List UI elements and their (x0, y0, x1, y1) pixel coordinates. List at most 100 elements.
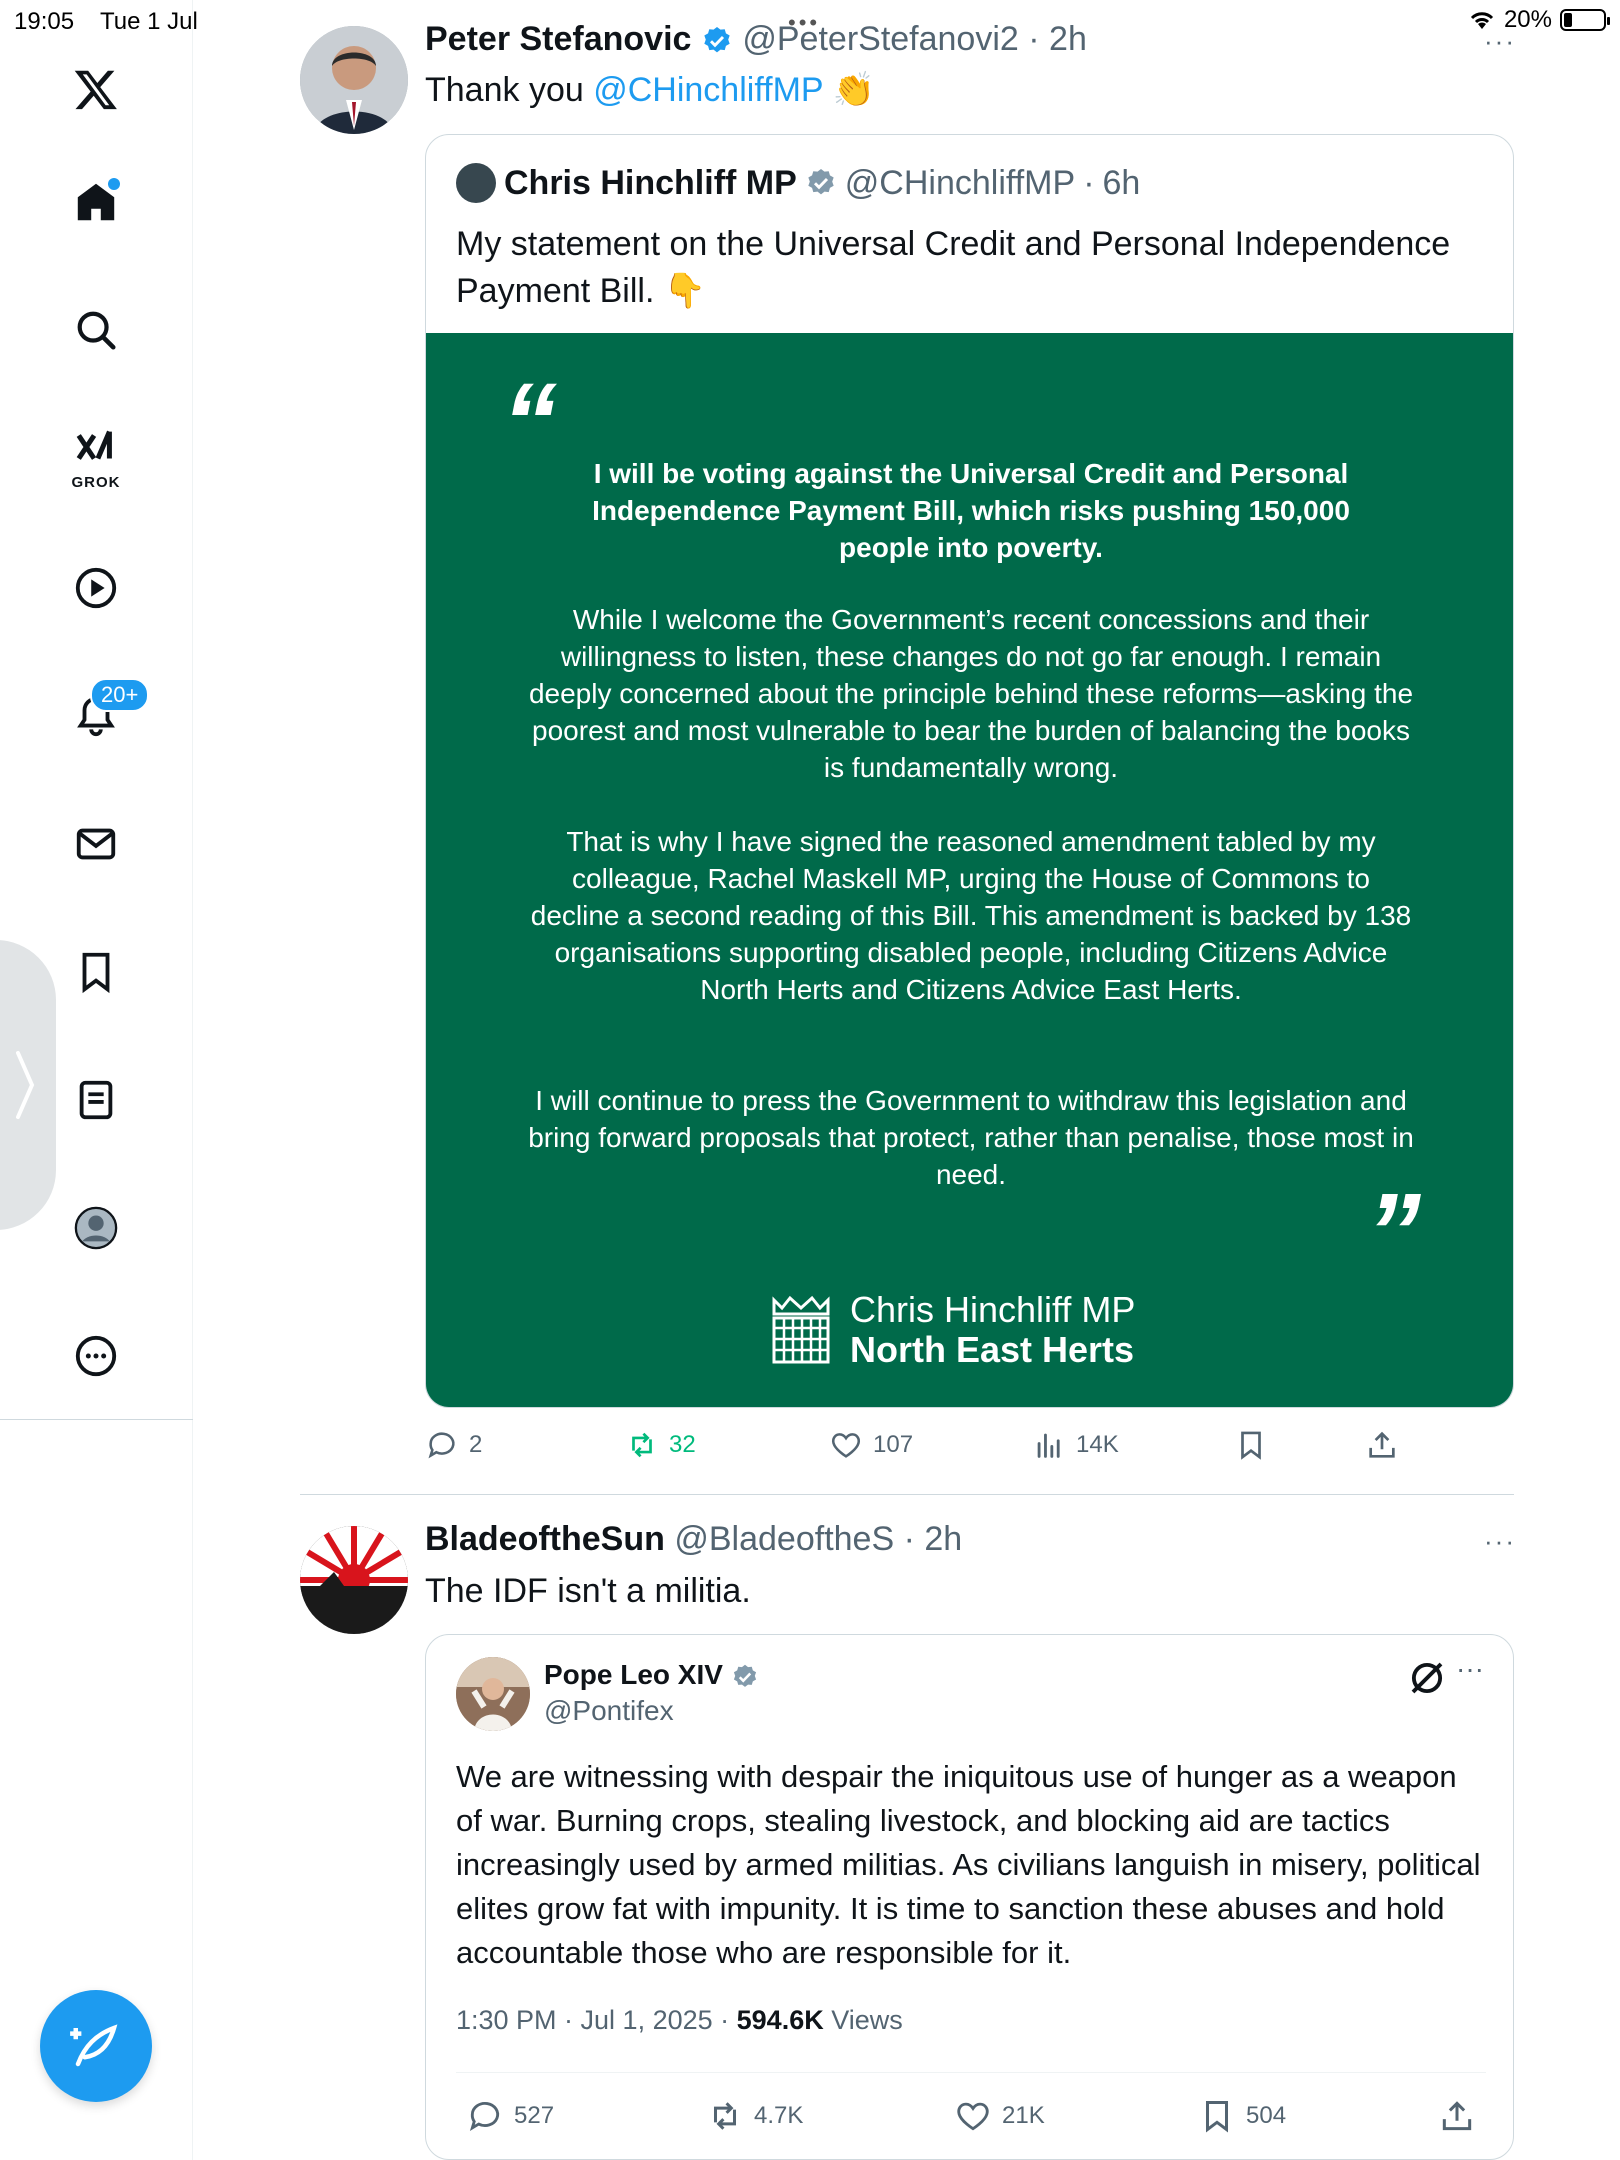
repost-count: 32 (669, 1431, 696, 1458)
separator-dot: · (1083, 163, 1095, 202)
verified-badge-icon (704, 27, 730, 53)
portcullis-icon (772, 1295, 830, 1364)
profile-avatar-icon[interactable] (62, 1194, 130, 1262)
signature-block: Chris Hinchliff MP North East Herts (766, 1285, 1186, 1375)
bookmark-icon (1241, 1431, 1261, 1460)
tweet-divider (300, 1494, 1514, 1495)
quoted-tweet-timestamp: 1:30 PM · Jul 1, 2025 · (456, 2005, 737, 2035)
heart-icon (831, 1433, 861, 1458)
notifications-badge: 20+ (90, 678, 150, 712)
analytics-bars-icon (1037, 1433, 1060, 1458)
share-button[interactable] (1365, 1428, 1399, 1462)
signature-seat: North East Herts (850, 1329, 1135, 1370)
quoted-views-label: Views (823, 2005, 903, 2035)
view-count: 14K (1076, 1431, 1119, 1458)
repost-icon (632, 1432, 652, 1458)
reply-button[interactable]: 527 (466, 2097, 554, 2135)
like-button[interactable]: 21K (954, 2097, 1045, 2135)
views-button[interactable]: 14K (1032, 1428, 1119, 1462)
repost-count: 4.7K (754, 2102, 804, 2129)
author-handle[interactable]: @BladeoftheS (674, 1520, 894, 1558)
quoted-tweet[interactable]: Chris Hinchliff MP @CHinchliffMP · 6h My s… (425, 134, 1514, 1408)
statement-paragraph: While I welcome the Government’s recent … (528, 604, 1414, 783)
battery-icon (1560, 9, 1610, 31)
video-play-icon[interactable] (62, 554, 130, 622)
home-icon[interactable] (62, 168, 130, 236)
tweet-text-prefix: Thank you (425, 71, 594, 109)
share-icon (1369, 1431, 1395, 1458)
like-button[interactable]: 107 (829, 1428, 913, 1462)
avatar[interactable] (300, 1526, 408, 1634)
avatar (456, 163, 496, 203)
more-options-icon[interactable]: ··· (1456, 1653, 1484, 1685)
compose-feather-icon (70, 2024, 118, 2067)
bookmarks-icon[interactable] (62, 938, 130, 1006)
avatar (456, 1657, 530, 1731)
tweet-header: Peter Stefanovic @PeterStefanovi2 · 2h (425, 20, 1087, 59)
lists-icon[interactable] (62, 1066, 130, 1134)
grok-slash-icon[interactable] (1406, 1657, 1448, 1699)
quoted-tweet-text: My statement on the Universal Credit and… (456, 225, 1451, 310)
search-icon[interactable] (62, 296, 130, 364)
author-name[interactable]: BladeoftheSun (425, 1520, 665, 1558)
share-icon (1442, 2101, 1472, 2131)
signature-name: Chris Hinchliff MP (850, 1289, 1136, 1330)
heart-icon (957, 2102, 989, 2131)
tweet-time[interactable]: 2h (924, 1520, 962, 1558)
verified-badge-icon (733, 1664, 756, 1687)
like-count: 21K (1002, 2102, 1045, 2129)
author-handle[interactable]: @PeterStefanovi2 (742, 20, 1018, 58)
bookmark-icon (1205, 2101, 1229, 2133)
mention-link[interactable]: @CHinchliffMP (593, 71, 823, 109)
avatar[interactable] (300, 26, 408, 134)
quoted-tweet-text: We are witnessing with despair the iniqu… (456, 1759, 1481, 1970)
tweet-header: BladeoftheSun @BladeoftheS · 2h (425, 1520, 962, 1559)
tweet-time[interactable]: 2h (1049, 20, 1087, 58)
sidebar-divider (0, 1419, 193, 1420)
separator-dot: · (1018, 20, 1050, 58)
statement-lead: I will be voting against the Universal C… (592, 458, 1350, 563)
quoted-tweet-meta: 1:30 PM · Jul 1, 2025 · 594.6K Views (456, 2005, 903, 2036)
quoted-tweet-header: Chris Hinchliff MP @CHinchliffMP · 6h (456, 163, 1140, 203)
statement-paragraph: That is why I have signed the reasoned a… (530, 826, 1412, 1005)
tweet-text: The IDF isn't a militia. (425, 1572, 751, 1610)
bookmark-button[interactable]: 504 (1198, 2097, 1286, 2135)
verified-badge-icon (808, 169, 834, 195)
quoted-author-name: Pope Leo XIV (544, 1659, 723, 1690)
messages-envelope-icon[interactable] (62, 810, 130, 878)
bookmark-button[interactable] (1234, 1428, 1268, 1462)
bookmark-count: 504 (1246, 2102, 1287, 2129)
quoted-author-header: Pope Leo XIV (544, 1659, 759, 1691)
quoted-tweet-divider (456, 2072, 1486, 2073)
home-unread-dot (108, 178, 120, 190)
grok-icon[interactable]: GROK (62, 422, 130, 491)
clap-emoji: 👏 (832, 71, 875, 109)
more-options-icon[interactable]: ··· (1484, 26, 1516, 57)
reply-icon (469, 2101, 500, 2131)
tweet-text: Thank you @CHinchliffMP 👏 (425, 70, 875, 110)
notifications-bell-icon[interactable]: 20+ (62, 678, 150, 750)
statement-image[interactable]: “ I will be voting against the Universal… (426, 333, 1513, 1407)
grok-label: GROK (71, 474, 121, 491)
like-count: 107 (873, 1431, 914, 1458)
reply-count: 527 (514, 2102, 555, 2129)
quoted-tweet[interactable]: Pope Leo XIV @Pontifex ··· We are witnes… (425, 1634, 1514, 2160)
x-logo-icon[interactable] (62, 55, 130, 123)
share-button[interactable] (1438, 2097, 1476, 2135)
statement-paragraph: I will continue to press the Government … (528, 1085, 1414, 1190)
author-name[interactable]: Peter Stefanovic (425, 20, 691, 58)
more-options-circle-icon[interactable] (62, 1322, 130, 1390)
quoted-views-count: 594.6K (736, 2005, 824, 2035)
quoted-tweet-time: 6h (1102, 163, 1141, 202)
repost-icon (713, 2102, 737, 2130)
quoted-author-handle: @Pontifex (544, 1695, 674, 1726)
chevron-right-icon[interactable] (10, 1045, 40, 1125)
compose-post-button[interactable] (40, 1990, 152, 2102)
reply-count: 2 (469, 1431, 483, 1458)
repost-button[interactable]: 32 (625, 1428, 696, 1462)
more-options-icon[interactable]: ··· (1484, 1526, 1516, 1557)
reply-button[interactable]: 2 (425, 1428, 482, 1462)
reply-icon (428, 1432, 455, 1459)
repost-button[interactable]: 4.7K (706, 2097, 803, 2135)
close-quote-mark: ” (1366, 1171, 1421, 1294)
